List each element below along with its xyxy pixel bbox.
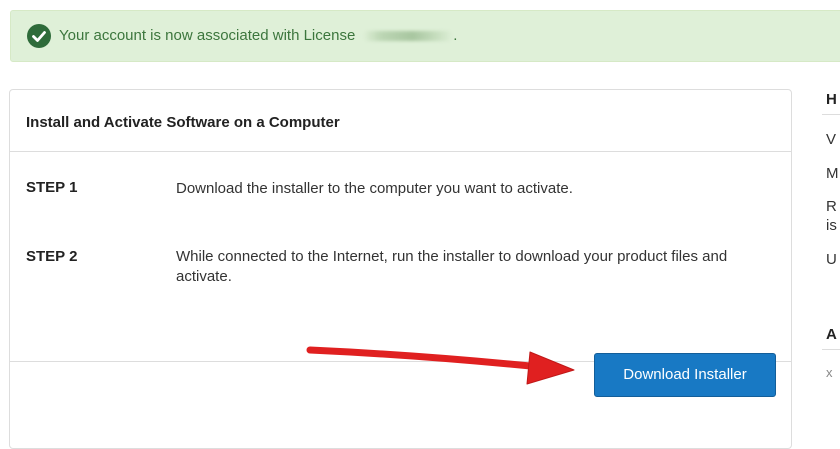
sidebar-item-2[interactable]: M [826,165,839,182]
sidebar-item-1[interactable]: V [826,131,836,148]
step-2-text: While connected to the Internet, run the… [176,248,728,285]
sidebar-divider-2 [822,349,840,350]
step-2-label: STEP 2 [26,248,78,265]
sidebar-heading-1: H [826,91,837,108]
alert-message: Your account is now associated with Lice… [59,27,458,44]
sidebar-heading-2: A [826,326,837,343]
check-circle-icon [27,24,51,48]
sidebar-item-4[interactable]: U [826,251,837,268]
sidebar-divider-1 [822,114,840,115]
step-1-label: STEP 1 [26,179,78,196]
sidebar-item-3[interactable]: R [826,198,837,215]
sidebar-item-bottom[interactable]: x [826,365,833,380]
sidebar-item-3-cont: is [826,217,837,234]
panel-heading: Install and Activate Software on a Compu… [10,90,791,152]
step-1-text: Download the installer to the computer y… [176,180,573,197]
panel-title: Install and Activate Software on a Compu… [26,114,340,131]
install-activate-panel: Install and Activate Software on a Compu… [9,89,792,449]
redacted-license-blur [363,31,454,42]
download-installer-button[interactable]: Download Installer [594,353,776,397]
success-alert: Your account is now associated with Lice… [10,10,840,62]
